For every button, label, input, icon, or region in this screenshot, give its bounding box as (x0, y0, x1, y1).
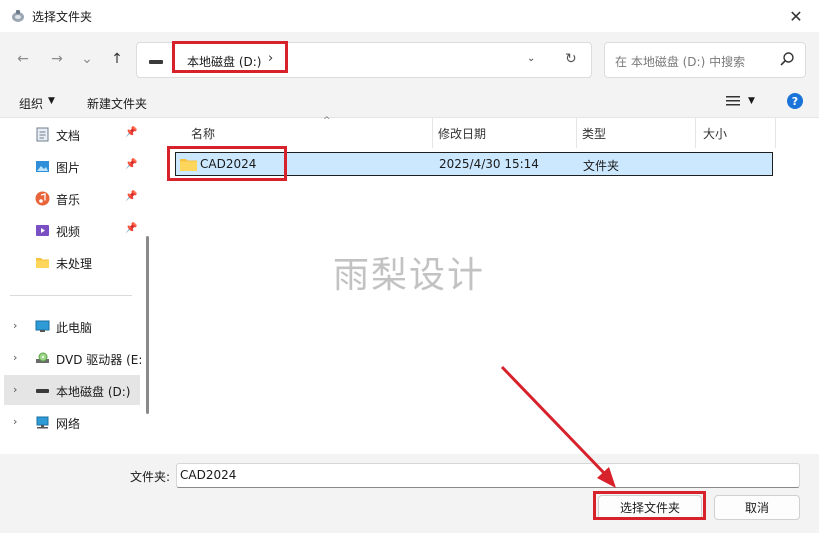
drive-icon (149, 60, 163, 64)
dialog-footer: 文件夹: CAD2024 选择文件夹 取消 (0, 454, 819, 533)
computer-icon (35, 320, 50, 332)
title-bar: 选择文件夹 ✕ (0, 0, 819, 32)
up-button[interactable]: ↑ (106, 48, 128, 70)
up-arrow-icon: ↑ (111, 51, 123, 67)
column-label: 名称 (191, 127, 216, 141)
column-header-modified[interactable]: 修改日期 (433, 118, 577, 148)
sidebar-item-dvd-drive[interactable]: › DVD 驱动器 (E: (0, 343, 143, 373)
view-options-icon[interactable] (726, 96, 740, 106)
refresh-icon[interactable]: ↻ (565, 51, 577, 67)
file-name: CAD2024 (200, 157, 257, 171)
document-icon (36, 127, 49, 142)
dvd-drive-icon (36, 352, 49, 363)
pictures-icon (36, 161, 49, 172)
command-bar: 组织 ▼ 新建文件夹 ▼ ? (0, 86, 819, 118)
sidebar-item-label: 文档 (56, 129, 81, 143)
organize-button[interactable]: 组织 (19, 95, 43, 112)
file-type: 文件夹 (583, 159, 620, 173)
address-bar-area: ← → ⌄ ↑ 本地磁盘 (D:) › ⌄ ↻ 在 本地磁盘 (D:) 中搜索 (0, 32, 819, 86)
expand-chevron-icon[interactable]: › (13, 383, 17, 396)
organize-dropdown-icon[interactable]: ▼ (48, 96, 55, 106)
sidebar-divider (10, 295, 132, 296)
expand-chevron-icon[interactable]: › (13, 319, 17, 332)
sidebar-item-label: 本地磁盘 (D:) (56, 385, 131, 399)
expand-chevron-icon[interactable]: › (13, 351, 17, 364)
address-box[interactable]: 本地磁盘 (D:) › ⌄ ↻ (136, 42, 592, 78)
forward-button[interactable]: → (46, 48, 68, 70)
sidebar-item-label: 网络 (56, 417, 81, 431)
drive-icon (36, 389, 49, 393)
column-header-size[interactable]: 大小 (696, 118, 776, 148)
breadcrumb-drive[interactable]: 本地磁盘 (D:) (187, 53, 261, 70)
cancel-label: 取消 (744, 501, 769, 515)
sidebar-item-music[interactable]: 音乐 📌 (0, 183, 140, 213)
sidebar-item-label: 图片 (56, 161, 81, 175)
breadcrumb-chevron-icon[interactable]: › (268, 51, 273, 66)
column-label: 修改日期 (438, 127, 487, 141)
sidebar-item-label: DVD 驱动器 (E: (56, 353, 143, 367)
new-folder-button[interactable]: 新建文件夹 (87, 95, 147, 112)
cancel-button[interactable]: 取消 (714, 495, 800, 520)
close-icon: ✕ (789, 6, 803, 26)
sidebar-item-local-disk-d[interactable]: › 本地磁盘 (D:) (4, 375, 140, 405)
back-button[interactable]: ← (12, 48, 34, 70)
video-icon (36, 225, 49, 236)
help-icon: ? (791, 94, 799, 108)
view-dropdown-icon[interactable]: ▼ (748, 96, 755, 106)
sidebar-item-videos[interactable]: 视频 📌 (0, 215, 140, 245)
music-icon (35, 191, 50, 206)
folder-name-value: CAD2024 (180, 468, 237, 482)
network-icon (36, 416, 49, 429)
sidebar-item-network[interactable]: › 网络 (0, 407, 140, 437)
folder-icon (36, 258, 49, 268)
pin-icon[interactable]: 📌 (125, 127, 137, 138)
table-row[interactable]: CAD2024 2025/4/30 15:14 文件夹 (175, 152, 773, 176)
pin-icon[interactable]: 📌 (125, 159, 137, 170)
sidebar-item-unprocessed[interactable]: 未处理 (0, 247, 140, 277)
sidebar-scrollbar[interactable] (146, 236, 149, 414)
pin-icon[interactable]: 📌 (125, 223, 137, 234)
close-button[interactable]: ✕ (773, 0, 819, 32)
select-folder-button[interactable]: 选择文件夹 (598, 495, 702, 520)
address-dropdown-icon[interactable]: ⌄ (527, 53, 535, 64)
file-list: ^ 名称 修改日期 类型 大小 CAD2024 2025/4/30 15:14 … (156, 116, 819, 454)
folder-name-field[interactable]: CAD2024 (176, 463, 800, 488)
sidebar-item-label: 音乐 (56, 193, 81, 207)
column-header-name[interactable]: ^ 名称 (175, 116, 433, 148)
sidebar-item-label: 未处理 (56, 257, 93, 271)
folder-field-label: 文件夹: (130, 470, 171, 484)
sidebar-item-documents[interactable]: 文档 📌 (0, 119, 140, 149)
search-input[interactable]: 在 本地磁盘 (D:) 中搜索 (604, 42, 806, 78)
search-placeholder: 在 本地磁盘 (D:) 中搜索 (615, 55, 746, 69)
pin-icon[interactable]: 📌 (125, 191, 137, 202)
help-button[interactable]: ? (787, 93, 803, 109)
column-header-type[interactable]: 类型 (577, 118, 696, 148)
back-arrow-icon: ← (17, 51, 29, 67)
select-folder-label: 选择文件夹 (619, 501, 680, 515)
expand-chevron-icon[interactable]: › (13, 415, 17, 428)
navigation-pane: 文档 📌 图片 📌 音乐 📌 视频 📌 未处理 › 此电脑 › DVD 驱动器 … (0, 118, 144, 454)
folder-icon (180, 159, 197, 171)
sort-ascending-icon: ^ (323, 116, 331, 126)
chevron-down-icon: ⌄ (81, 51, 93, 67)
sidebar-item-label: 视频 (56, 225, 81, 239)
app-icon (12, 10, 24, 22)
sidebar-item-label: 此电脑 (56, 321, 93, 335)
sidebar-item-pictures[interactable]: 图片 📌 (0, 151, 140, 181)
column-label: 类型 (582, 127, 607, 141)
file-modified: 2025/4/30 15:14 (439, 157, 539, 171)
window-title: 选择文件夹 (32, 10, 93, 24)
sidebar-item-this-pc[interactable]: › 此电脑 (0, 311, 140, 341)
search-icon (780, 52, 794, 66)
forward-arrow-icon: → (51, 51, 63, 67)
column-label: 大小 (703, 127, 728, 141)
recent-locations-button[interactable]: ⌄ (76, 48, 98, 70)
watermark: 雨梨设计 (333, 255, 486, 296)
